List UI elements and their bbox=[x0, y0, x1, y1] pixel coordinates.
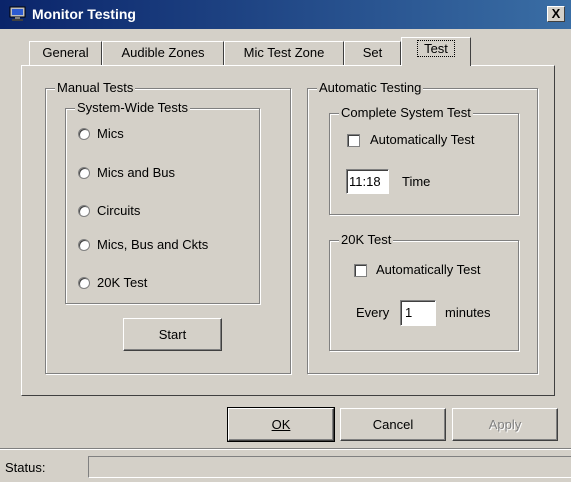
tab-set[interactable]: Set bbox=[344, 41, 401, 65]
automatic-testing-legend: Automatic Testing bbox=[317, 80, 424, 95]
system-wide-tests-legend: System-Wide Tests bbox=[75, 100, 191, 115]
tab-label: General bbox=[42, 45, 89, 60]
window-title: Monitor Testing bbox=[32, 6, 136, 22]
monitor-icon bbox=[9, 6, 26, 21]
tab-label: Set bbox=[362, 45, 383, 60]
time-field[interactable]: 11:18 bbox=[346, 169, 389, 194]
complete-system-test-legend: Complete System Test bbox=[339, 105, 473, 120]
tab-label: Mic Test Zone bbox=[243, 45, 325, 60]
tab-general[interactable]: General bbox=[29, 41, 102, 65]
minutes-label: minutes bbox=[445, 305, 491, 320]
radio-button[interactable] bbox=[78, 167, 90, 179]
20k-test-group: 20K Test bbox=[329, 232, 519, 351]
20k-test-legend: 20K Test bbox=[339, 232, 394, 247]
radio-button[interactable] bbox=[78, 277, 90, 289]
radio-label: Mics and Bus bbox=[97, 165, 176, 180]
checkbox-label: Automatically Test bbox=[370, 132, 475, 147]
tab-label: Audible Zones bbox=[121, 45, 205, 60]
status-separator bbox=[0, 448, 571, 450]
every-label: Every bbox=[356, 305, 390, 320]
status-field bbox=[88, 456, 571, 478]
apply-button[interactable]: Apply bbox=[452, 408, 558, 441]
tab-test[interactable]: Test bbox=[401, 37, 471, 66]
tab-audible-zones[interactable]: Audible Zones bbox=[102, 41, 224, 65]
checkbox-label: Automatically Test bbox=[376, 262, 481, 277]
close-button[interactable]: X bbox=[547, 6, 565, 22]
checkbox-box[interactable] bbox=[354, 264, 367, 277]
radio-button[interactable] bbox=[78, 128, 90, 140]
cancel-label: Cancel bbox=[372, 417, 414, 432]
tab-mic-test-zone[interactable]: Mic Test Zone bbox=[224, 41, 344, 65]
ok-label: OK bbox=[271, 417, 291, 432]
status-label: Status: bbox=[5, 460, 46, 475]
tab-label: Test bbox=[417, 40, 455, 57]
apply-label: Apply bbox=[488, 417, 522, 432]
radio-button[interactable] bbox=[78, 205, 90, 217]
ok-button[interactable]: OK bbox=[227, 407, 335, 442]
checkbox-box[interactable] bbox=[347, 134, 360, 147]
radio-label: 20K Test bbox=[97, 275, 148, 290]
complete-auto-test-checkbox[interactable]: Automatically Test bbox=[347, 132, 507, 150]
time-label: Time bbox=[402, 174, 431, 189]
radio-label: Mics, Bus and Ckts bbox=[97, 237, 209, 252]
radio-label: Mics bbox=[97, 126, 124, 141]
system-wide-tests-group: System-Wide Tests bbox=[65, 100, 260, 304]
manual-tests-legend: Manual Tests bbox=[55, 80, 136, 95]
radio-label: Circuits bbox=[97, 203, 141, 218]
start-button[interactable]: Start bbox=[123, 318, 222, 351]
20k-auto-test-checkbox[interactable]: Automatically Test bbox=[354, 262, 514, 280]
complete-system-test-group: Complete System Test bbox=[329, 105, 519, 215]
cancel-button[interactable]: Cancel bbox=[340, 408, 446, 441]
radio-button[interactable] bbox=[78, 239, 90, 251]
every-minutes-field[interactable]: 1 bbox=[400, 300, 436, 326]
